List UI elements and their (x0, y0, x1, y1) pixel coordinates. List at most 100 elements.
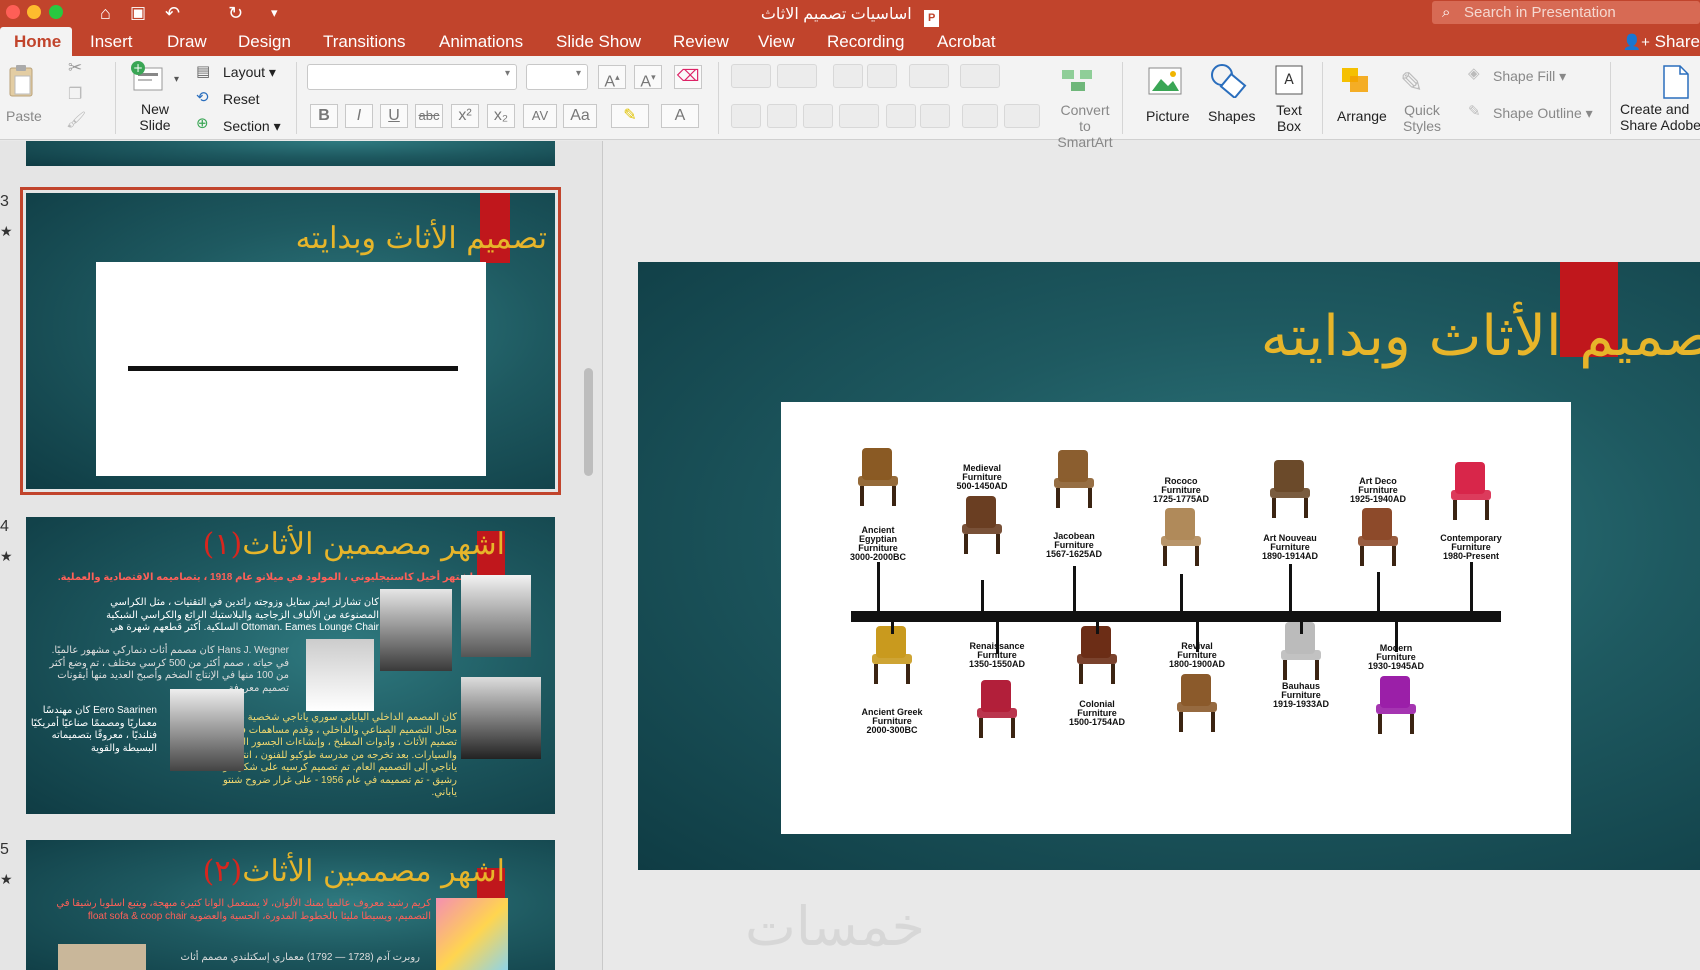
slide-thumbnail-2[interactable] (26, 141, 555, 166)
bold-button[interactable]: B (310, 104, 338, 128)
underline-button[interactable]: U (380, 104, 408, 128)
slide-5-photo-2 (436, 898, 508, 970)
picture-icon[interactable] (1147, 66, 1183, 96)
new-slide-icon[interactable]: + (130, 60, 166, 94)
tab-insert[interactable]: Insert (90, 27, 133, 56)
new-slide-dropdown-icon[interactable]: ▾ (174, 74, 179, 85)
align-left-button[interactable] (731, 104, 761, 128)
tab-review[interactable]: Review (673, 27, 729, 56)
format-painter-icon[interactable]: 🖌 (66, 110, 86, 130)
quick-styles-button[interactable]: Quick Styles (1400, 102, 1444, 134)
bottom-era-label-4: Bauhaus Furniture 1919-1933AD (1272, 681, 1330, 709)
tab-recording[interactable]: Recording (827, 27, 905, 56)
font-color-button[interactable]: A (661, 104, 699, 128)
shapes-button[interactable]: Shapes (1208, 108, 1255, 124)
font-size-select[interactable]: ▾ (526, 64, 588, 90)
share-button[interactable]: 👤+ Share (1622, 27, 1700, 56)
bottom-chair-image-1 (969, 678, 1025, 740)
convert-to-smartart-button[interactable]: Convert to SmartArt (1053, 102, 1117, 150)
picture-button[interactable]: Picture (1146, 108, 1190, 124)
search-input[interactable]: ⌕ Search in Presentation (1432, 1, 1700, 24)
paste-icon[interactable] (6, 64, 36, 100)
tab-view[interactable]: View (758, 27, 795, 56)
top-era-label-5: Art Deco Furniture 1925-1940AD (1349, 476, 1407, 504)
main-slide-canvas[interactable]: تصميم الأثاث وبدايته Ancient Egyptian Fu… (638, 262, 1700, 870)
change-case-button[interactable]: Aa (563, 104, 597, 128)
section-icon[interactable]: ⊕ (196, 114, 209, 132)
numbering-button[interactable] (777, 64, 817, 88)
ltr-button[interactable] (886, 104, 916, 128)
furniture-timeline-image[interactable]: Ancient Egyptian Furniture 3000-2000BC Med… (781, 402, 1571, 834)
new-slide-button[interactable]: New Slide (130, 101, 180, 133)
text-box-icon[interactable]: A (1274, 64, 1304, 96)
top-chair-image-2 (1046, 448, 1102, 510)
increase-font-size-button[interactable]: A▴ (598, 65, 626, 90)
top-era-label-2: Jacobean Furniture 1567-1625AD (1045, 531, 1103, 559)
shapes-icon[interactable] (1208, 62, 1248, 100)
main-slide-title[interactable]: تصميم الأثاث وبدايته (1261, 304, 1700, 369)
line-spacing-button[interactable] (909, 64, 949, 88)
top-era-label-4: Art Nouveau Furniture 1890-1914AD (1261, 533, 1319, 561)
justify-button[interactable] (839, 104, 879, 128)
add-person-icon: 👤+ (1622, 34, 1650, 51)
reset-icon[interactable]: ⟲ (196, 88, 209, 106)
columns-button[interactable] (960, 64, 1000, 88)
slide-thumbnail-5[interactable]: اشهر مصممين الأثاث(٢) كريم رشيد معروف عا… (26, 840, 555, 970)
slide-4-title: اشهر مصممين الأثاث(١) (202, 527, 505, 562)
clear-formatting-button[interactable]: ⌫ (674, 65, 702, 89)
highlight-color-button[interactable]: ✎ (611, 104, 649, 128)
paste-label[interactable]: Paste (6, 108, 42, 124)
quick-styles-icon[interactable]: ✎ (1400, 66, 1436, 98)
tab-slide-show[interactable]: Slide Show (556, 27, 641, 56)
tab-animations[interactable]: Animations (439, 27, 523, 56)
rtl-button[interactable] (920, 104, 950, 128)
timeline-tick (877, 562, 880, 611)
tab-transitions[interactable]: Transitions (323, 27, 406, 56)
decrease-font-size-button[interactable]: A▾ (634, 65, 662, 90)
character-spacing-button[interactable]: AV (523, 104, 557, 128)
text-box-button[interactable]: Text Box (1276, 102, 1302, 134)
arrange-button[interactable]: Arrange (1337, 108, 1387, 124)
animation-star-icon: ★ (0, 871, 13, 887)
decrease-indent-button[interactable] (833, 64, 863, 88)
italic-button[interactable]: I (345, 104, 373, 128)
strikethrough-button[interactable]: abc (415, 104, 443, 128)
shape-outline-button[interactable]: Shape Outline ▾ (1493, 105, 1593, 121)
slide-4-para-2: Hans J. Wegner كان مصمم أثاث دنماركي مشه… (49, 645, 289, 694)
subscript-button[interactable]: x₂ (487, 104, 515, 128)
document-title-text: اساسيات تصميم الاثاث (760, 6, 912, 23)
align-center-button[interactable] (767, 104, 797, 128)
section-button[interactable]: Section ▾ (223, 118, 281, 134)
slide-5-title: اشهر مصممين الأثاث(٢) (202, 854, 505, 889)
arrange-icon[interactable] (1338, 66, 1374, 96)
create-pdf-button[interactable]: Create and Share Adobe PDF (1620, 101, 1700, 135)
slide-thumbnail-3[interactable]: تصميم الأثاث وبدايته (20, 187, 561, 495)
font-name-select[interactable]: ▾ (307, 64, 517, 90)
align-text-button[interactable] (1004, 104, 1040, 128)
layout-button[interactable]: Layout ▾ (223, 64, 276, 80)
reset-button[interactable]: Reset (223, 91, 260, 107)
superscript-button[interactable]: x² (451, 104, 479, 128)
smartart-icon[interactable] (1060, 66, 1096, 94)
shape-fill-button[interactable]: Shape Fill ▾ (1493, 68, 1566, 84)
svg-text:A: A (1284, 72, 1294, 88)
tab-draw[interactable]: Draw (167, 27, 207, 56)
slide-4-para-3: Eero Saarinen كان مهندسًا معماريًا ومصممً… (30, 705, 157, 754)
align-right-button[interactable] (803, 104, 833, 128)
create-pdf-icon[interactable] (1660, 64, 1692, 100)
thumbnail-scrollbar[interactable] (584, 368, 593, 476)
title-bar: ⌂ ▣ ↶ ↻ ▾ P اساسيات تصميم الاثاث ⌕ Searc… (0, 0, 1700, 27)
increase-indent-button[interactable] (867, 64, 897, 88)
text-direction-button[interactable] (962, 104, 998, 128)
cut-icon[interactable]: ✂ (68, 58, 82, 78)
layout-icon[interactable]: ▤ (196, 62, 210, 80)
tab-acrobat[interactable]: Acrobat (937, 27, 996, 56)
bullets-button[interactable] (731, 64, 771, 88)
copy-icon[interactable]: ❐ (68, 84, 82, 104)
shape-fill-icon[interactable]: ◈ (1468, 64, 1480, 82)
slide-thumbnail-4[interactable]: اشهر مصممين الأثاث(١) اشتهر أخيل كاستيجل… (26, 517, 555, 814)
tab-design[interactable]: Design (238, 27, 291, 56)
designer-photo-4 (461, 677, 541, 759)
shape-outline-icon[interactable]: ✎ (1468, 102, 1481, 120)
tab-home[interactable]: Home (0, 27, 72, 56)
